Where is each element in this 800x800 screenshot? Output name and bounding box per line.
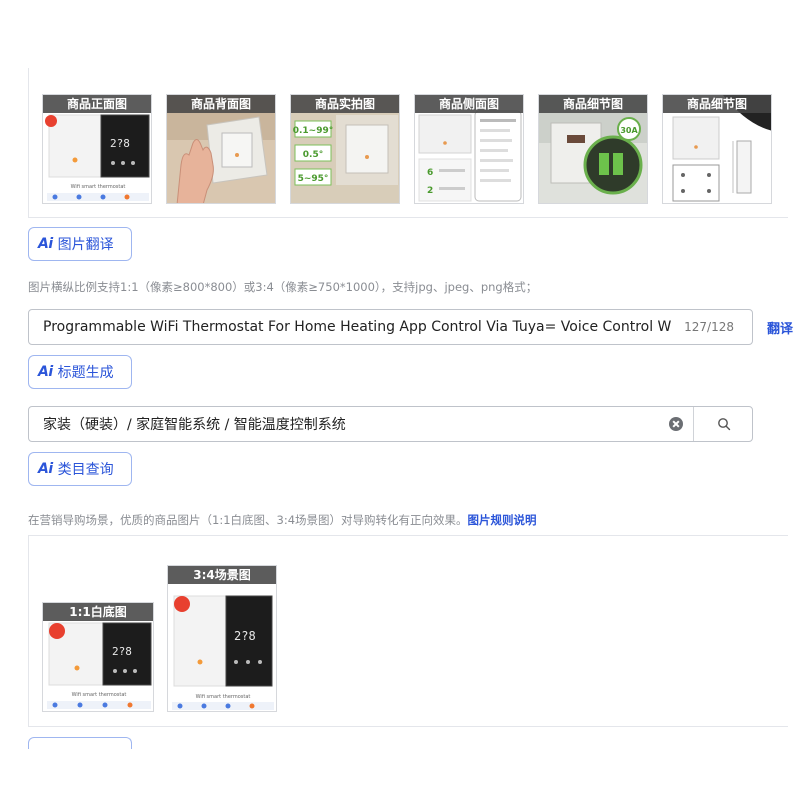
- svg-text:2: 2: [427, 186, 433, 196]
- title-generate-label: 标题生成: [57, 365, 114, 381]
- category-query-label: 类目查询: [57, 462, 114, 478]
- thumbnail-detail-1[interactable]: 商品细节图 30A: [538, 94, 648, 204]
- image-translate-label: 图片翻译: [57, 237, 114, 253]
- title-input[interactable]: Programmable WiFi Thermostat For Home He…: [43, 319, 673, 335]
- title-field[interactable]: Programmable WiFi Thermostat For Home He…: [28, 309, 753, 345]
- ai-icon: Ai: [38, 364, 53, 380]
- next-ai-button-partial[interactable]: [28, 737, 132, 749]
- thumbnail-detail-2[interactable]: 商品细节图: [662, 94, 772, 204]
- thumbnail-label: 商品实拍图: [291, 95, 399, 113]
- product-caption-text: Wifi smart thermostat: [196, 694, 251, 700]
- svg-text:2?8: 2?8: [112, 645, 132, 658]
- thumbnail-label: 商品细节图: [663, 95, 771, 113]
- category-query-button[interactable]: Ai 类目查询: [28, 452, 132, 486]
- white-background-image[interactable]: 1:1白底图 2?8 Wifi smart thermostat: [42, 602, 154, 712]
- title-translate-link[interactable]: 翻译: [767, 318, 793, 337]
- svg-text:2?8: 2?8: [234, 629, 256, 643]
- ai-icon: Ai: [38, 236, 53, 252]
- product-caption-text: Wifi smart thermostat: [72, 692, 127, 698]
- reading-limit-text: 5~95°: [298, 174, 329, 184]
- scene-images-panel: 1:1白底图 2?8 Wifi smart thermostat 3:4场景图 …: [28, 535, 788, 727]
- main-images-panel: 商品正面图 2?8 Wifi smart thermostat 商品背面图 商品…: [28, 68, 788, 218]
- thumbnail-label: 商品细节图: [539, 95, 647, 113]
- thumbnail-label: 商品侧面图: [415, 95, 523, 113]
- svg-text:2?8: 2?8: [110, 137, 130, 150]
- thumbnail-side[interactable]: 商品侧面图 6 2: [414, 94, 524, 204]
- title-generate-button[interactable]: Ai 标题生成: [28, 355, 132, 389]
- category-field[interactable]: 家装（硬装）/ 家庭智能系统 / 智能温度控制系统: [28, 406, 753, 442]
- scene-image-label: 3:4场景图: [168, 566, 276, 584]
- clear-icon[interactable]: [669, 417, 683, 431]
- marketing-hint-text: 在营销导购场景，优质的商品图片（1:1白底图、3:4场景图）对导购转化有正向效果…: [28, 513, 468, 527]
- image-rules-link[interactable]: 图片规则说明: [468, 513, 537, 527]
- thumbnail-label: 商品正面图: [43, 95, 151, 113]
- relay-rating-text: 30A: [620, 126, 638, 135]
- thumbnail-front[interactable]: 商品正面图 2?8 Wifi smart thermostat: [42, 94, 152, 204]
- white-background-label: 1:1白底图: [43, 603, 153, 621]
- thumbnail-back[interactable]: 商品背面图: [166, 94, 276, 204]
- product-caption-text: Wifi smart thermostat: [71, 184, 126, 190]
- title-char-count: 127/128: [684, 320, 734, 334]
- marketing-hint: 在营销导购场景，优质的商品图片（1:1白底图、3:4场景图）对导购转化有正向效果…: [28, 512, 537, 528]
- image-translate-button[interactable]: Ai 图片翻译: [28, 227, 132, 261]
- thumbnail-photo[interactable]: 商品实拍图 0.1~99° 0.5° 5~95°: [290, 94, 400, 204]
- thermostat-scene-image: 2?8 Wifi smart thermostat: [168, 566, 276, 711]
- ai-icon: Ai: [38, 461, 53, 477]
- reading-range-text: 0.1~99°: [293, 126, 334, 136]
- scene-image[interactable]: 3:4场景图 2?8 Wifi smart thermostat: [167, 565, 277, 712]
- svg-text:6: 6: [427, 168, 433, 178]
- reading-step-text: 0.5°: [303, 150, 323, 160]
- image-requirements-text: 图片横纵比例支持1:1（像素≥800*800）或3:4（像素≥750*1000）…: [28, 280, 538, 294]
- category-input[interactable]: 家装（硬装）/ 家庭智能系统 / 智能温度控制系统: [43, 414, 346, 434]
- search-icon: [717, 418, 730, 431]
- thumbnail-label: 商品背面图: [167, 95, 275, 113]
- category-search-button[interactable]: [694, 407, 753, 441]
